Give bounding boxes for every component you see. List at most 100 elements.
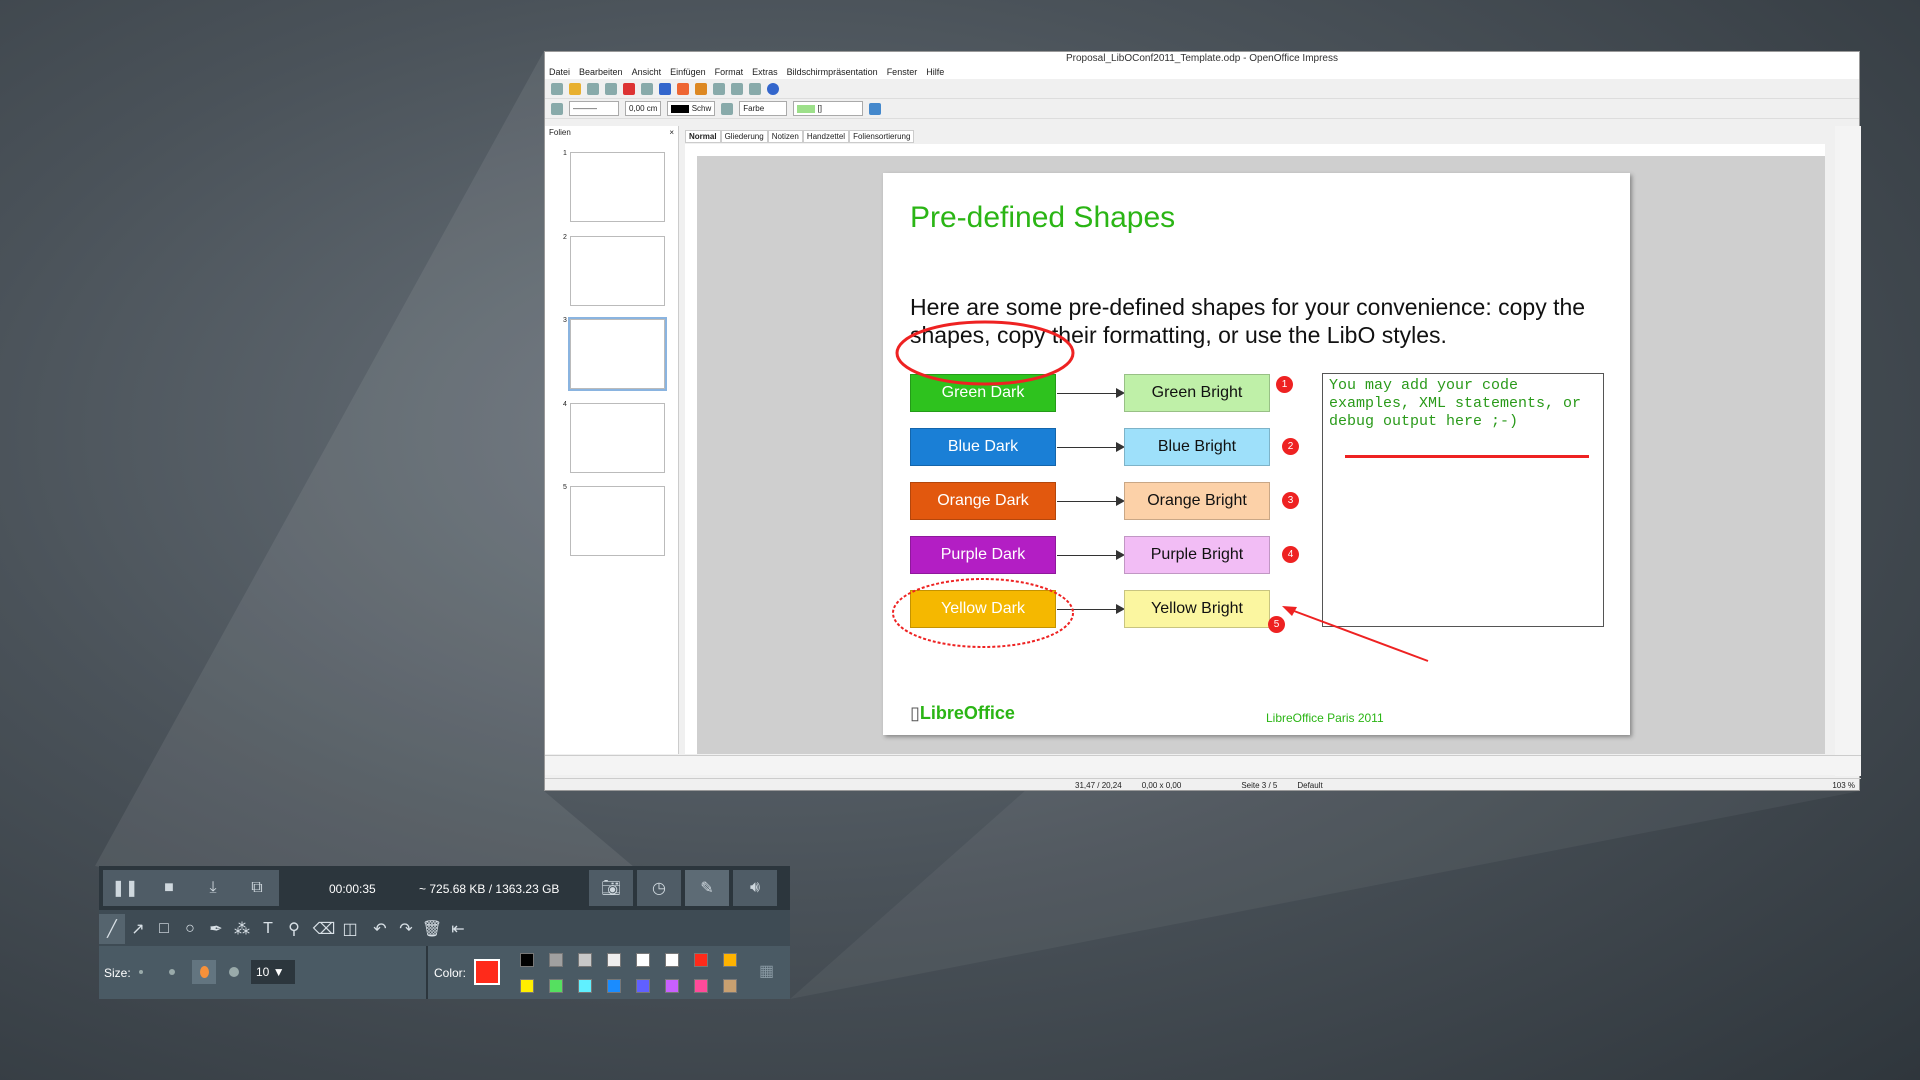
edit-icon[interactable] xyxy=(605,83,617,95)
size-option-2[interactable] xyxy=(169,969,175,975)
current-color-swatch[interactable] xyxy=(474,959,500,985)
line-tool-icon[interactable]: ╱ xyxy=(99,914,125,944)
print-icon[interactable] xyxy=(641,83,653,95)
menu-fenster[interactable]: Fenster xyxy=(887,66,918,79)
color-swatch[interactable] xyxy=(636,979,650,993)
ellipse-tool-icon[interactable]: ○ xyxy=(177,914,203,944)
size-option-4[interactable] xyxy=(229,967,239,977)
eraser-icon[interactable]: ⌫ xyxy=(311,914,337,944)
menu-bearbeiten[interactable]: Bearbeiten xyxy=(579,66,623,79)
slide-thumbnail-3[interactable] xyxy=(570,319,665,389)
number-marker-icon[interactable]: ⚲ xyxy=(281,914,307,944)
menu-ansicht[interactable]: Ansicht xyxy=(632,66,662,79)
close-panel-icon[interactable]: × xyxy=(669,128,674,137)
slide-thumbnail-1[interactable] xyxy=(570,152,665,222)
color-swatch[interactable] xyxy=(578,953,592,967)
save-download-button[interactable]: ⤓ xyxy=(191,870,235,906)
tab-handzettel[interactable]: Handzettel xyxy=(803,130,849,143)
slide-footer: LibreOffice Paris 2011 xyxy=(1266,711,1384,725)
menu-bildschirmpraesentation[interactable]: Bildschirmpräsentation xyxy=(787,66,878,79)
stop-button[interactable]: ■ xyxy=(147,870,191,906)
color-swatch[interactable] xyxy=(520,953,534,967)
pause-button[interactable]: ❚❚ xyxy=(103,870,147,906)
color-swatch[interactable] xyxy=(723,953,737,967)
spellcheck-icon[interactable] xyxy=(659,83,671,95)
slide-thumbnail-4[interactable] xyxy=(570,403,665,473)
tab-normal[interactable]: Normal xyxy=(685,130,721,143)
size-label: Size: xyxy=(104,966,131,980)
menu-extras[interactable]: Extras xyxy=(752,66,778,79)
menu-hilfe[interactable]: Hilfe xyxy=(926,66,944,79)
zoom-icon[interactable] xyxy=(749,83,761,95)
shadow-icon[interactable] xyxy=(869,103,881,115)
text-tool-icon[interactable]: T xyxy=(255,914,281,944)
menu-einfuegen[interactable]: Einfügen xyxy=(670,66,706,79)
color-swatch[interactable] xyxy=(607,953,621,967)
camera-icon[interactable]: 📷︎ xyxy=(589,870,633,906)
size-option-3[interactable] xyxy=(192,960,216,984)
line-color-select[interactable]: Schw xyxy=(667,101,715,116)
fill-type-select[interactable]: Farbe xyxy=(739,101,787,116)
clear-region-icon[interactable]: ◫ xyxy=(337,914,363,944)
tab-foliensortierung[interactable]: Foliensortierung xyxy=(849,130,914,143)
open-icon[interactable] xyxy=(569,83,581,95)
table-icon[interactable] xyxy=(713,83,725,95)
arrow-tool-icon[interactable]: ↗ xyxy=(125,914,151,944)
help-icon[interactable] xyxy=(767,83,779,95)
color-swatch[interactable] xyxy=(694,953,708,967)
line-color-label: Schw xyxy=(692,104,712,113)
color-swatch[interactable] xyxy=(607,979,621,993)
navigator-icon[interactable] xyxy=(731,83,743,95)
fill-color-select[interactable]: [] xyxy=(793,101,863,116)
region-button[interactable]: ⧉ xyxy=(235,870,279,906)
line-style-icon[interactable] xyxy=(551,103,563,115)
sidebar-deck xyxy=(1835,126,1861,776)
line-style-select[interactable]: ——— xyxy=(569,101,619,116)
layout-icon[interactable]: ▦ xyxy=(759,961,774,981)
window-title: Proposal_LibOConf2011_Template.odp - Ope… xyxy=(545,52,1859,66)
color-swatch[interactable] xyxy=(549,979,563,993)
undo-icon[interactable]: ↶ xyxy=(367,914,393,944)
color-swatch[interactable] xyxy=(665,979,679,993)
rectangle-tool-icon[interactable]: □ xyxy=(151,914,177,944)
color-swatch[interactable] xyxy=(520,979,534,993)
size-dropdown[interactable]: 10 ▼ xyxy=(251,960,295,984)
view-tabs: Normal Gliederung Notizen Handzettel Fol… xyxy=(685,130,914,143)
size-option-1[interactable] xyxy=(139,970,143,974)
slide-canvas[interactable]: Pre-defined Shapes Here are some pre-def… xyxy=(883,173,1630,735)
slide-thumbnail-2[interactable] xyxy=(570,236,665,306)
color-swatch[interactable] xyxy=(665,953,679,967)
color-swatch[interactable] xyxy=(636,953,650,967)
fill-color-label: [] xyxy=(818,104,822,113)
pen-tool-icon[interactable]: ✒ xyxy=(203,914,229,944)
recording-time: 00:00:35 xyxy=(329,882,376,896)
status-bar: 31,47 / 20,24 0,00 x 0,00 Seite 3 / 5 De… xyxy=(545,778,1861,791)
cut-icon[interactable] xyxy=(677,83,689,95)
tab-gliederung[interactable]: Gliederung xyxy=(721,130,768,143)
pdf-icon[interactable] xyxy=(623,83,635,95)
volume-icon[interactable]: 🔊︎ xyxy=(733,870,777,906)
line-width-input[interactable]: 0,00 cm xyxy=(625,101,661,116)
new-icon[interactable] xyxy=(551,83,563,95)
color-swatch[interactable] xyxy=(549,953,563,967)
menu-format[interactable]: Format xyxy=(715,66,744,79)
menu-datei[interactable]: Datei xyxy=(549,66,570,79)
slide-number: 2 xyxy=(563,234,567,241)
slide-thumbnail-5[interactable] xyxy=(570,486,665,556)
spray-tool-icon[interactable]: ⁂ xyxy=(229,914,255,944)
tab-notizen[interactable]: Notizen xyxy=(768,130,803,143)
chart-icon[interactable] xyxy=(695,83,707,95)
brush-icon[interactable]: ✎ xyxy=(685,870,729,906)
schedule-icon[interactable]: ◷ xyxy=(637,870,681,906)
exit-icon[interactable]: ⇤ xyxy=(445,914,471,944)
color-swatch[interactable] xyxy=(694,979,708,993)
color-swatch[interactable] xyxy=(723,979,737,993)
save-icon[interactable] xyxy=(587,83,599,95)
delete-icon[interactable]: 🗑︎ xyxy=(419,914,445,944)
redo-icon[interactable]: ↷ xyxy=(393,914,419,944)
color-label: Color: xyxy=(434,966,466,980)
vertical-ruler xyxy=(685,156,697,754)
zoom-level[interactable]: 103 % xyxy=(1832,779,1861,791)
fill-bucket-icon[interactable] xyxy=(721,103,733,115)
color-swatch[interactable] xyxy=(578,979,592,993)
